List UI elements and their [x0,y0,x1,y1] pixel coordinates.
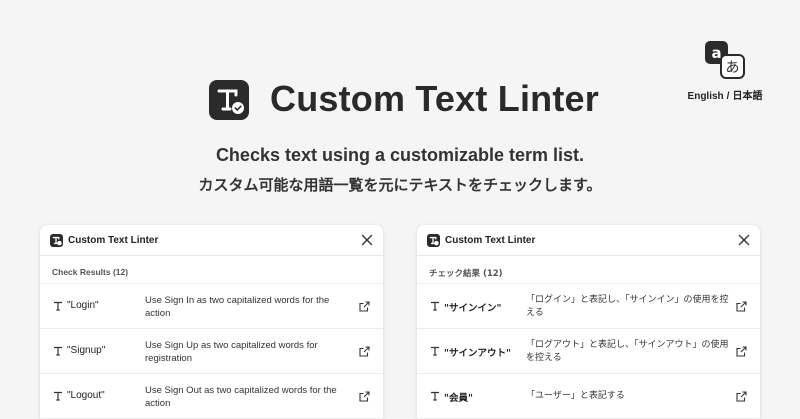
result-message: Use Sign Out as two capitalized words fo… [145,385,337,409]
result-message: 「ユーザー」と表記する [526,391,625,401]
external-link-icon[interactable] [359,346,370,357]
results-panel-english: Custom Text Linter Check Results (12) "L… [40,225,383,419]
subtitle-japanese: カスタム可能な用語一覧を元にテキストをチェックします。 [198,176,602,194]
lang-separator: / [726,91,730,102]
subtitle-english: Checks text using a customizable term li… [215,145,585,165]
app-logo-icon [427,234,440,247]
panel-header: Custom Text Linter [40,225,383,256]
result-row[interactable]: "サインアウト" 「ログアウト」と表記し、「サインアウト」の使用を控える [417,329,760,374]
page-title: Custom Text Linter [270,78,599,119]
result-row[interactable]: "Signup" Use Sign Up as two capitalized … [40,329,383,374]
text-t-icon [431,391,439,401]
results-panel-japanese: Custom Text Linter チェック結果 (12) "サインイン" 「… [417,225,760,419]
result-row[interactable]: "会員" 「ユーザー」と表記する [417,374,760,419]
result-term: "サインイン" [444,303,502,314]
panel-title: Custom Text Linter [445,235,536,246]
translate-icon-kana: あ [726,60,740,76]
panel-header: Custom Text Linter [417,225,760,256]
text-t-icon [431,346,439,356]
check-results-label: Check Results (12) [40,256,383,284]
translate-icon[interactable]: a あ [704,40,746,80]
result-term: "Signup" [67,345,106,356]
result-message: 「ログイン」と表記し、「サインイン」の使用を控える [526,295,729,318]
lang-japanese-link[interactable]: 日本語 [732,91,762,102]
close-icon[interactable] [359,232,375,248]
app-logo-icon [50,234,63,247]
lang-english-link[interactable]: English [688,91,724,102]
close-icon[interactable] [736,232,752,248]
result-term: "サインアウト" [444,348,511,359]
hero-header: Custom Text Linter Checks text using a c… [0,0,800,210]
result-term: "会員" [444,393,473,404]
external-link-icon[interactable] [359,391,370,402]
result-message: 「ログアウト」と表記し、「サインアウト」の使用を控える [526,340,729,363]
text-t-icon [54,301,62,311]
result-message: Use Sign Up as two capitalized words for… [145,340,318,364]
result-term: "Logout" [67,390,105,401]
external-link-icon[interactable] [736,391,747,402]
result-row[interactable]: "Login" Use Sign In as two capitalized w… [40,284,383,329]
text-t-icon [431,301,439,311]
text-t-icon [54,391,62,401]
result-message: Use Sign In as two capitalized words for… [145,295,330,319]
external-link-icon[interactable] [736,346,747,357]
text-t-icon [54,346,62,356]
language-switch: English / 日本語 [680,87,770,102]
external-link-icon[interactable] [736,301,747,312]
app-logo-icon [209,80,249,120]
result-row[interactable]: "Logout" Use Sign Out as two capitalized… [40,374,383,419]
external-link-icon[interactable] [359,301,370,312]
result-row[interactable]: "サインイン" 「ログイン」と表記し、「サインイン」の使用を控える [417,284,760,329]
panel-title: Custom Text Linter [68,235,159,246]
result-term: "Login" [67,300,99,311]
check-results-label: チェック結果 (12) [417,256,760,284]
